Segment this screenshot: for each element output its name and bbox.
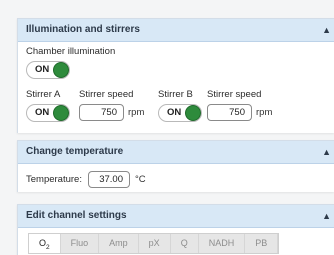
tab-nadh[interactable]: NADH	[199, 234, 246, 253]
caret-up-icon[interactable]: ▲	[322, 19, 331, 41]
illumination-panel: Illumination and stirrers ▲ Chamber illu…	[17, 18, 334, 133]
chamber-illumination-toggle-text: ON	[35, 64, 50, 75]
temperature-unit: °C	[135, 174, 146, 185]
stirrer-a-speed-label: Stirrer speed	[79, 89, 134, 100]
stirrer-b-label: Stirrer B	[158, 89, 193, 100]
tab-o2-label: O	[39, 238, 47, 248]
temperature-panel-header[interactable]: Change temperature ▲	[18, 141, 334, 164]
chamber-illumination-label: Chamber illumination	[26, 46, 116, 57]
temperature-panel: Change temperature ▲ Temperature: 37.00 …	[17, 140, 334, 192]
caret-up-icon[interactable]: ▲	[322, 141, 331, 163]
chamber-illumination-toggle[interactable]: ON	[26, 61, 70, 79]
temperature-panel-title: Change temperature	[26, 146, 124, 157]
illumination-panel-title: Illumination and stirrers	[26, 24, 140, 35]
channel-panel-title: Edit channel settings	[26, 210, 127, 221]
caret-up-icon[interactable]: ▲	[322, 205, 331, 227]
stirrer-b-speed-unit: rpm	[256, 107, 273, 118]
stirrer-a-toggle-text: ON	[35, 107, 50, 118]
stirrer-b-toggle[interactable]: ON	[158, 104, 202, 122]
tab-pb[interactable]: PB	[245, 234, 279, 253]
tab-o2-subscript: 2	[46, 243, 50, 251]
stirrer-b-toggle-text: ON	[167, 107, 182, 118]
stirrer-b-speed-input[interactable]: 750	[207, 104, 252, 121]
main-canvas: Illumination and stirrers ▲ Chamber illu…	[0, 0, 334, 255]
stirrer-b-speed-label: Stirrer speed	[207, 89, 262, 100]
tab-fluo[interactable]: Fluo	[61, 234, 100, 253]
channel-panel: Edit channel settings ▲ O2 Fluo Amp pX Q…	[17, 204, 334, 255]
toggle-knob	[186, 106, 200, 120]
stirrer-a-label: Stirrer A	[26, 89, 61, 100]
stirrer-a-speed-input[interactable]: 750	[79, 104, 124, 121]
tab-amp[interactable]: Amp	[99, 234, 139, 253]
stirrer-a-speed-unit: rpm	[128, 107, 145, 118]
tab-q[interactable]: Q	[171, 234, 199, 253]
channel-tabs: O2 Fluo Amp pX Q NADH PB	[28, 233, 280, 254]
toggle-knob	[54, 106, 68, 120]
temperature-label: Temperature:	[26, 174, 82, 185]
stirrer-a-toggle[interactable]: ON	[26, 104, 70, 122]
tab-px[interactable]: pX	[139, 234, 171, 253]
toggle-knob	[54, 63, 68, 77]
illumination-panel-header[interactable]: Illumination and stirrers ▲	[18, 19, 334, 42]
channel-panel-header[interactable]: Edit channel settings ▲	[18, 205, 334, 228]
tab-o2[interactable]: O2	[29, 234, 61, 253]
temperature-input[interactable]: 37.00	[88, 171, 130, 188]
